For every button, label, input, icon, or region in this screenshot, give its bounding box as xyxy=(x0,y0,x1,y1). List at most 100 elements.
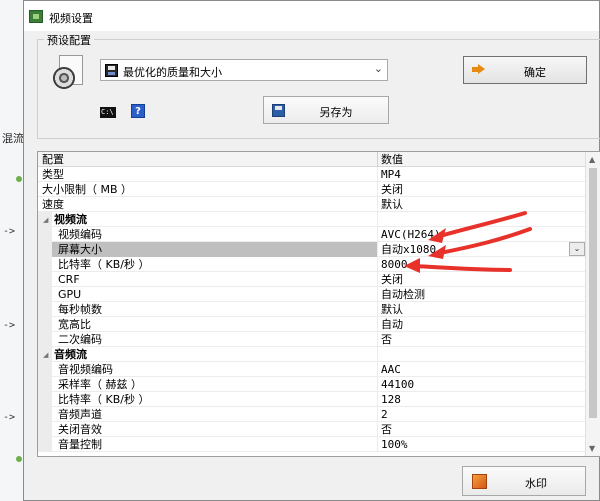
row-gutter xyxy=(38,332,52,347)
property-row[interactable]: 音频声道 2 xyxy=(38,407,587,422)
column-separator xyxy=(377,257,378,272)
column-separator xyxy=(377,422,378,437)
property-value[interactable]: 128 xyxy=(381,392,401,407)
property-name: 音频声道 xyxy=(58,408,102,421)
row-gutter xyxy=(38,317,52,332)
collapse-triangle-icon[interactable]: ◢ xyxy=(43,351,48,359)
property-name: 视频编码 xyxy=(58,228,102,241)
background-left-strip xyxy=(0,0,24,501)
property-row[interactable]: GPU 自动检测 xyxy=(38,287,587,302)
property-row[interactable]: 速度 默认 xyxy=(38,197,587,212)
property-name: 关闭音效 xyxy=(58,423,102,436)
column-separator xyxy=(377,167,378,182)
row-gutter xyxy=(38,407,52,422)
property-value[interactable]: 关闭 xyxy=(381,272,403,287)
property-name: GPU xyxy=(58,288,82,301)
property-row[interactable]: 视频编码 AVC(H264) xyxy=(38,227,587,242)
property-value[interactable]: AVC(H264) xyxy=(381,227,441,242)
property-value[interactable]: 自动 xyxy=(381,317,403,332)
property-name: 每秒帧数 xyxy=(58,303,102,316)
row-gutter xyxy=(38,242,52,257)
category-name: 音频流 xyxy=(54,348,87,361)
property-row[interactable]: CRF 关闭 xyxy=(38,272,587,287)
row-gutter xyxy=(38,257,52,272)
row-gutter xyxy=(38,422,52,437)
scroll-up-icon[interactable]: ▲ xyxy=(589,155,595,164)
column-separator xyxy=(377,182,378,197)
column-separator xyxy=(377,377,378,392)
property-category-row[interactable]: ◢ 视频流 xyxy=(38,212,587,227)
property-value[interactable]: 自动检测 xyxy=(381,287,425,302)
property-name: 比特率（ KB/秒 ） xyxy=(58,393,150,406)
property-name: 音视频编码 xyxy=(58,363,113,376)
column-separator xyxy=(377,227,378,242)
row-gutter xyxy=(38,272,52,287)
collapse-triangle-icon[interactable]: ◢ xyxy=(43,216,48,224)
property-row[interactable]: 比特率（ KB/秒 ） 128 xyxy=(38,392,587,407)
film-reel-icon xyxy=(53,55,87,91)
preset-group-label: 预设配置 xyxy=(44,32,94,48)
header-name-column: 配置 xyxy=(42,153,64,166)
property-value[interactable]: 自动x1080 xyxy=(381,242,436,257)
confirm-button[interactable]: 确定 xyxy=(463,56,587,84)
header-value-column: 数值 xyxy=(381,153,403,166)
property-value[interactable]: MP4 xyxy=(381,167,401,182)
column-separator xyxy=(377,287,378,302)
property-row[interactable]: 屏幕大小 自动x1080 ⌄ xyxy=(38,242,587,257)
property-name: 比特率（ KB/秒 ） xyxy=(58,258,150,271)
category-name: 视频流 xyxy=(54,213,87,226)
property-value[interactable]: 默认 xyxy=(381,197,403,212)
property-value[interactable]: 100% xyxy=(381,437,408,452)
column-separator xyxy=(377,212,378,227)
save-as-button[interactable]: 另存为 xyxy=(263,96,389,124)
value-dropdown-button[interactable]: ⌄ xyxy=(569,242,585,256)
vertical-scrollbar[interactable]: ▲ ▼ xyxy=(585,152,600,456)
preset-select[interactable]: 最优化的质量和大小 ⌄ xyxy=(100,59,388,81)
row-gutter xyxy=(38,287,52,302)
title-bar[interactable]: 视频设置 xyxy=(24,1,599,31)
property-name: 大小限制（ MB ） xyxy=(42,183,133,196)
command-prompt-icon[interactable]: C:\ xyxy=(100,107,116,118)
chevron-down-icon[interactable]: ⌄ xyxy=(374,62,383,75)
property-value[interactable]: 默认 xyxy=(381,302,403,317)
property-value[interactable]: 关闭 xyxy=(381,182,403,197)
background-label: 混流 xyxy=(2,132,24,145)
property-row[interactable]: 音视频编码 AAC xyxy=(38,362,587,377)
column-separator xyxy=(377,332,378,347)
background-arrow: -> xyxy=(3,320,16,331)
property-value[interactable]: 否 xyxy=(381,332,392,347)
help-icon[interactable]: ? xyxy=(131,104,145,118)
property-row[interactable]: 类型 MP4 xyxy=(38,167,587,182)
scroll-down-icon[interactable]: ▼ xyxy=(589,444,595,453)
row-gutter xyxy=(38,392,52,407)
column-separator xyxy=(377,152,378,167)
property-row[interactable]: 比特率（ KB/秒 ） 8000 xyxy=(38,257,587,272)
property-row[interactable]: 音量控制 100% xyxy=(38,437,587,452)
floppy-disk-icon xyxy=(105,64,118,77)
watermark-button-label: 水印 xyxy=(525,477,547,490)
property-row[interactable]: 关闭音效 否 xyxy=(38,422,587,437)
row-gutter xyxy=(38,362,52,377)
background-status-dot xyxy=(16,456,22,462)
property-value[interactable]: 8000 xyxy=(381,257,408,272)
property-row[interactable]: 宽高比 自动 xyxy=(38,317,587,332)
row-gutter xyxy=(38,227,52,242)
property-value[interactable]: 44100 xyxy=(381,377,414,392)
background-status-dot xyxy=(16,176,22,182)
scrollbar-thumb[interactable] xyxy=(589,168,597,418)
property-name: 采样率（ 赫兹 ） xyxy=(58,378,142,391)
property-row[interactable]: 大小限制（ MB ） 关闭 xyxy=(38,182,587,197)
property-row[interactable]: 每秒帧数 默认 xyxy=(38,302,587,317)
property-value[interactable]: 2 xyxy=(381,407,388,422)
column-separator xyxy=(377,407,378,422)
property-row[interactable]: 二次编码 否 xyxy=(38,332,587,347)
watermark-button[interactable]: 水印 xyxy=(462,466,586,496)
property-value[interactable]: AAC xyxy=(381,362,401,377)
column-separator xyxy=(377,197,378,212)
property-value[interactable]: 否 xyxy=(381,422,392,437)
property-row[interactable]: 采样率（ 赫兹 ） 44100 xyxy=(38,377,587,392)
property-category-row[interactable]: ◢ 音频流 xyxy=(38,347,587,362)
property-name: 二次编码 xyxy=(58,333,102,346)
app-icon xyxy=(29,10,43,23)
column-separator xyxy=(377,302,378,317)
